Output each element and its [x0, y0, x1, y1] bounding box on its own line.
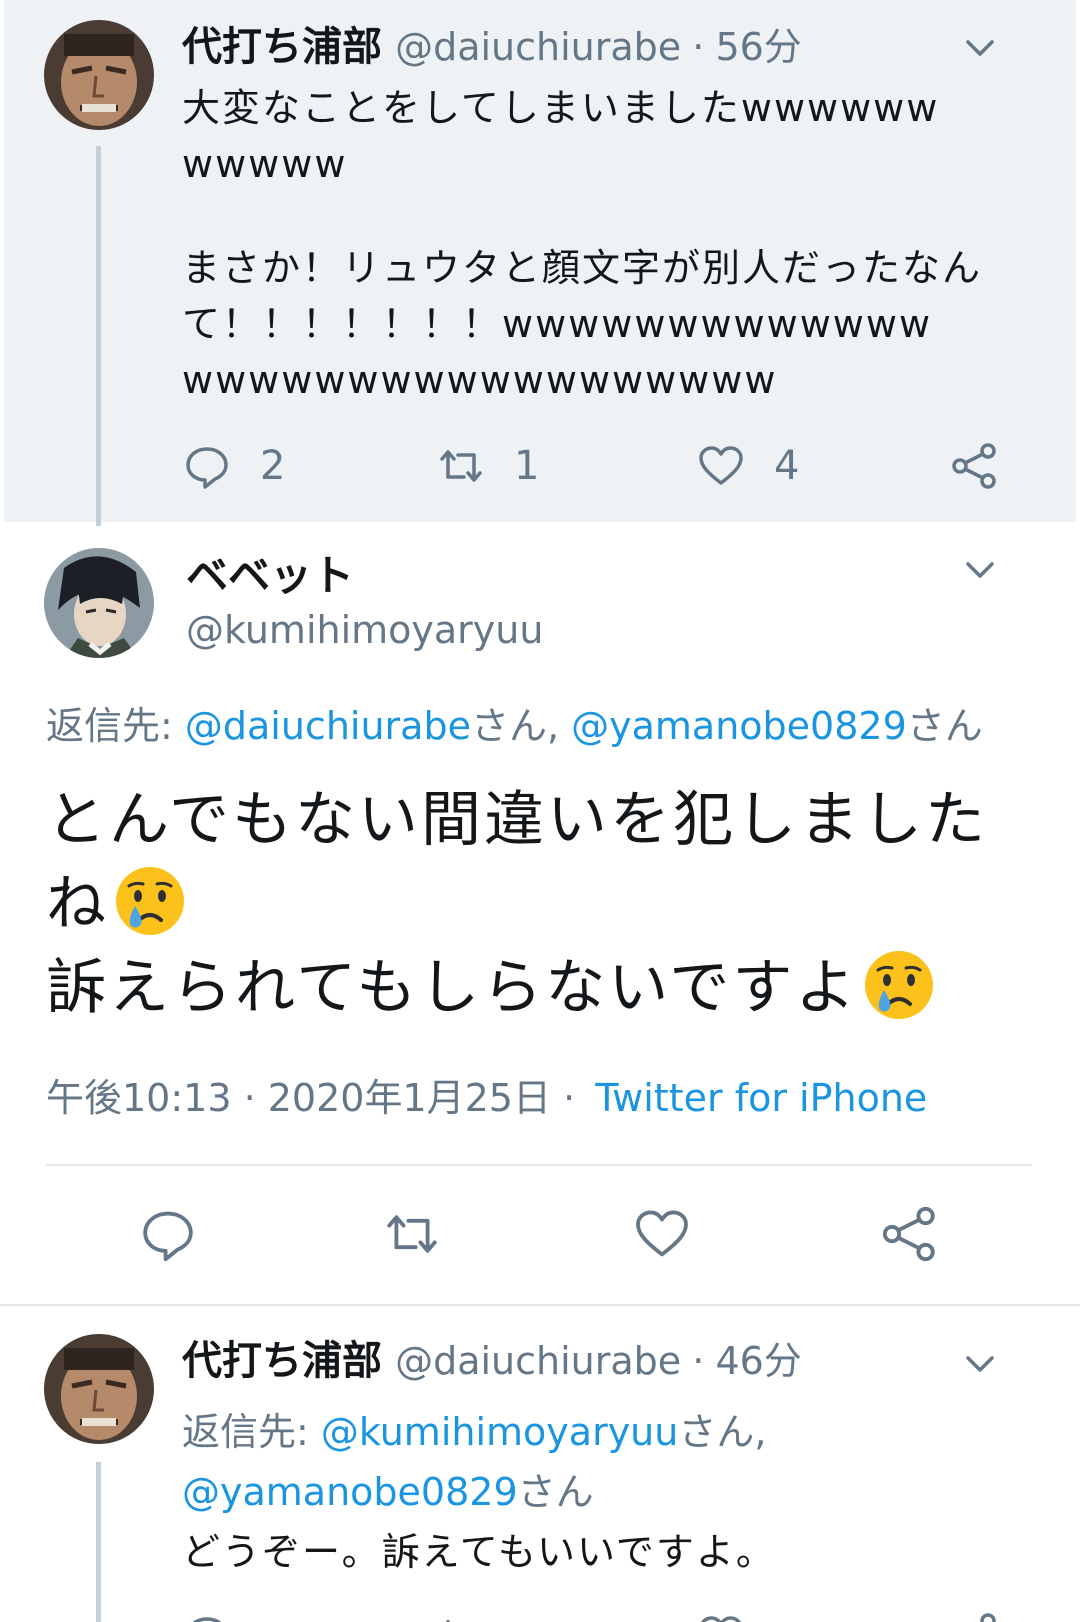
divider [0, 1304, 1080, 1306]
tweet-text-line: とんでもない間違いを犯しました [46, 785, 988, 855]
tweet-text-line: 訴えられてもしらないですよ [46, 946, 1046, 1030]
share-icon [980, 1613, 996, 1622]
reply-icon [192, 1617, 222, 1622]
retweet-icon [387, 1215, 437, 1253]
avatar-image [44, 1334, 154, 1444]
reply-to-label: 返信先: [46, 704, 185, 748]
tweet-text-line: 大変なことをしてしまいましたwwwwww [182, 86, 940, 130]
avatar[interactable] [44, 548, 154, 658]
retweet-button[interactable]: 1 [436, 436, 539, 496]
honorific: さん, [678, 1410, 767, 1454]
tweet-text-line: wwwwwwwwwwwwwwwwww [182, 358, 778, 402]
honorific: さん, [470, 704, 572, 748]
reply-to: 返信先: @daiuchiurabeさん, @yamanobe0829さん [46, 698, 983, 754]
tweet-text: 大変なことをしてしまいましたwwwwww wwwww まさか！リュウタと顔文字が… [182, 80, 1042, 408]
tweet-text-line: wwwww [182, 142, 348, 186]
reply-button[interactable]: 2 [182, 436, 285, 496]
user-handle[interactable]: @daiuchiurabe [395, 25, 681, 69]
display-name[interactable]: 代打ち浦部 [182, 1338, 382, 1384]
avatar-image [44, 548, 154, 658]
reply-count: 2 [260, 443, 286, 489]
like-button[interactable] [696, 1606, 746, 1622]
tweet-time[interactable]: 46分 [715, 1339, 801, 1383]
tweet-text-fragment: ね [46, 869, 109, 939]
thread-line [96, 146, 101, 526]
user-handle[interactable]: @daiuchiurabe [395, 1339, 681, 1383]
retweet-icon [445, 1619, 451, 1622]
like-button[interactable]: 4 [696, 436, 799, 496]
reply-button[interactable] [182, 1606, 232, 1622]
heart-icon [699, 446, 743, 485]
tweet-header: 代打ち浦部 @daiuchiurabe · 46分 [182, 1336, 802, 1394]
share-icon [952, 443, 996, 489]
tweet-actions: 2 1 4 [182, 436, 1042, 496]
avatar-image [44, 20, 154, 130]
divider [46, 1164, 1032, 1166]
reply-to-label: 返信先: [182, 1410, 321, 1454]
honorific: さん [906, 704, 983, 748]
tweet-timestamp: 午後10:13 · 2020年1月25日 · Twitter for iPhon… [46, 1070, 927, 1126]
tweet-actions [182, 1606, 1042, 1622]
share-button[interactable] [950, 1606, 1000, 1622]
mention-link[interactable]: @kumihimoyaryuu [321, 1410, 678, 1454]
source-link[interactable]: Twitter for iPhone [595, 1076, 927, 1120]
avatar[interactable] [44, 20, 154, 130]
like-count: 4 [774, 443, 800, 489]
display-name[interactable]: ベベット [186, 548, 354, 604]
chevron-down-icon[interactable] [960, 1344, 1000, 1384]
share-button[interactable] [880, 1204, 940, 1264]
honorific: さん [517, 1470, 594, 1514]
separator: · [692, 1339, 705, 1383]
reply-button[interactable] [138, 1204, 198, 1264]
tweet-text-fragment: 訴えられてもしらないですよ [46, 953, 859, 1023]
mention-link[interactable]: @yamanobe0829 [571, 704, 907, 748]
reply-icon [143, 1211, 193, 1262]
share-icon [882, 1206, 935, 1262]
tweet-time[interactable]: 56分 [715, 25, 801, 69]
crying-face-icon [116, 867, 184, 935]
timestamp-text[interactable]: 午後10:13 · 2020年1月25日 · [46, 1076, 575, 1120]
retweet-count: 1 [514, 443, 540, 489]
heart-icon [700, 1616, 742, 1622]
chevron-down-icon[interactable] [960, 550, 1000, 590]
heart-icon [636, 1210, 688, 1257]
chevron-down-icon[interactable] [960, 28, 1000, 68]
avatar[interactable] [44, 1334, 154, 1444]
tweet-text-line: て！！！！！！！wwwwwwwwwwwww [182, 302, 933, 346]
tweet-text: どうぞー。訴えてもいいですよ。 [182, 1530, 776, 1574]
user-handle[interactable]: @kumihimoyaryuu [186, 602, 543, 658]
retweet-icon [440, 450, 482, 482]
mention-link[interactable]: @daiuchiurabe [185, 704, 471, 748]
share-button[interactable] [950, 436, 1000, 496]
mention-link[interactable]: @yamanobe0829 [182, 1470, 518, 1514]
separator: · [692, 25, 705, 69]
thread-line [96, 1462, 101, 1622]
reply-icon [186, 447, 228, 489]
retweet-button[interactable] [436, 1606, 486, 1622]
crying-face-icon [865, 951, 934, 1019]
tweet-text-line: ね [46, 862, 1046, 946]
timeline: 代打ち浦部 @daiuchiurabe · 56分 大変なことをしてしまいました… [0, 0, 1080, 1622]
tweet-header: 代打ち浦部 @daiuchiurabe · 56分 [182, 22, 802, 80]
reply-to: @yamanobe0829さん [182, 1464, 594, 1520]
reply-to: 返信先: @kumihimoyaryuuさん, [182, 1404, 766, 1460]
tweet-text: とんでもない間違いを犯しました ね 訴えられてもしらないですよ [46, 778, 1046, 1030]
like-button[interactable] [632, 1204, 692, 1264]
display-name[interactable]: 代打ち浦部 [182, 24, 382, 70]
retweet-button[interactable] [382, 1204, 442, 1264]
tweet-text-line: まさか！リュウタと顔文字が別人だったなん [182, 246, 983, 290]
